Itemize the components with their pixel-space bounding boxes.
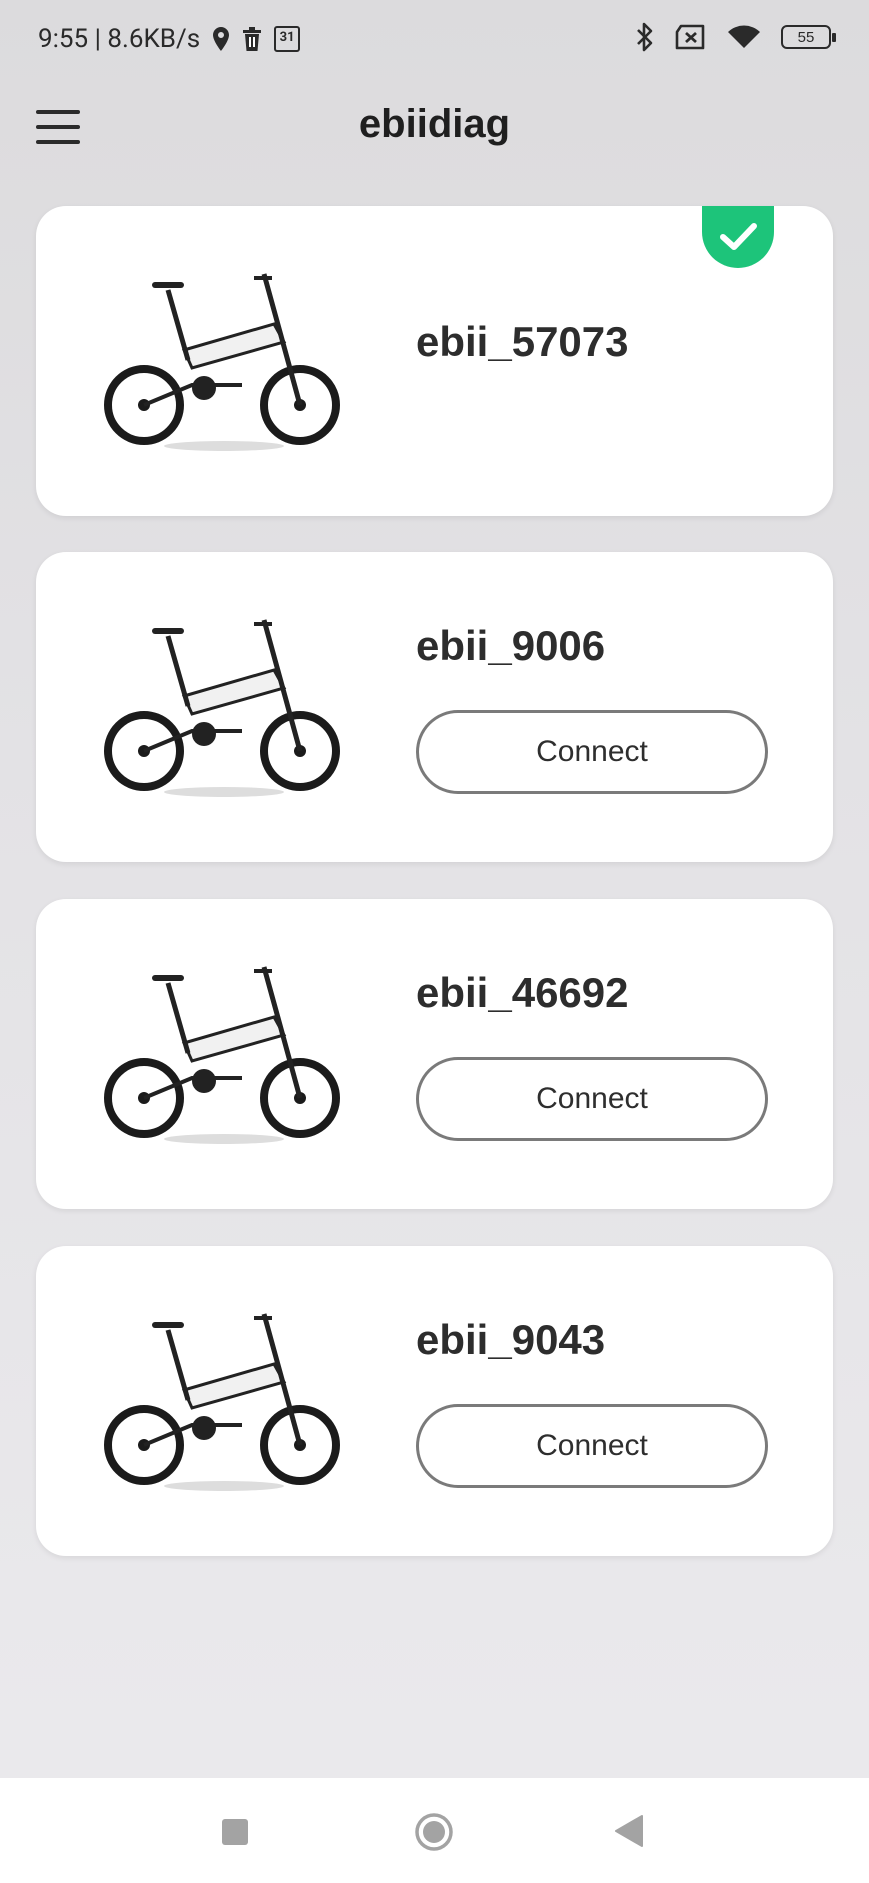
location-icon	[212, 26, 230, 52]
status-bar: 9:55 | 8.6KB/s 31 55	[0, 0, 869, 80]
system-nav-bar	[0, 1778, 869, 1883]
bluetooth-icon	[635, 22, 655, 52]
trash-icon	[242, 27, 262, 51]
recent-apps-icon[interactable]	[222, 1819, 248, 1845]
device-card[interactable]: ebii_57073	[36, 206, 833, 516]
device-card[interactable]: ebii_46692 Connect	[36, 899, 833, 1209]
wifi-icon	[727, 24, 761, 50]
battery-icon: 55	[781, 25, 836, 49]
connect-button[interactable]: Connect	[416, 1404, 768, 1488]
connect-button[interactable]: Connect	[416, 710, 768, 794]
device-name: ebii_9043	[416, 1316, 606, 1363]
device-name: ebii_46692	[416, 969, 629, 1016]
back-icon[interactable]	[614, 1814, 644, 1848]
device-name: ebii_9006	[416, 622, 606, 669]
device-card[interactable]: ebii_9006 Connect	[36, 552, 833, 862]
calendar-icon: 31	[274, 26, 301, 52]
status-bar-left: 9:55 | 8.6KB/s 31	[38, 24, 301, 54]
app-bar: ebiidiag	[0, 80, 869, 180]
device-card[interactable]: ebii_9043 Connect	[36, 1246, 833, 1556]
calendar-day: 31	[279, 30, 295, 45]
battery-level: 55	[797, 28, 815, 46]
status-time-speed: 9:55 | 8.6KB/s	[38, 24, 201, 54]
connected-check-icon	[702, 206, 774, 268]
connect-button[interactable]: Connect	[416, 1057, 768, 1141]
bike-image	[104, 273, 340, 451]
bike-image	[104, 1313, 340, 1491]
page-title: ebiidiag	[358, 102, 511, 146]
status-bar-right: 55	[635, 22, 836, 52]
sim-off-icon	[675, 24, 707, 50]
home-icon[interactable]	[414, 1812, 454, 1852]
bike-image	[104, 966, 340, 1144]
bike-image	[104, 619, 340, 797]
device-name: ebii_57073	[416, 318, 629, 365]
